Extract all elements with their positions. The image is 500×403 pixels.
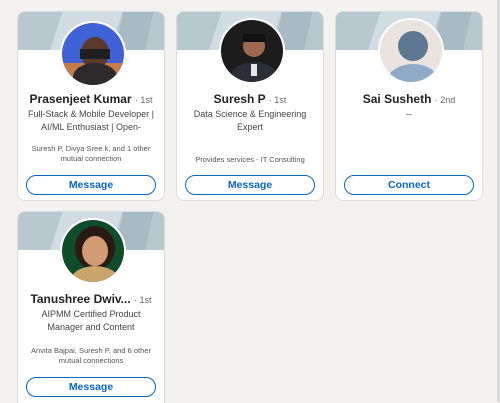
connection-card[interactable]: Tanushree Dwiv... · 1st AIPMM Certified … [17, 211, 165, 403]
connect-button[interactable]: Connect [344, 175, 474, 195]
connection-degree: · 1st [134, 295, 152, 305]
profile-name[interactable]: Sai Susheth [363, 92, 432, 106]
name-row: Sai Susheth · 2nd [336, 92, 482, 106]
profile-headline: Data Science & Engineering Expert [193, 109, 307, 132]
connection-card[interactable]: Sai Susheth · 2nd -- Connect [335, 11, 483, 201]
connection-degree: · 1st [134, 95, 153, 105]
connection-degree: · 1st [268, 95, 287, 105]
mutual-connections: Suresh P, Divya Sree k, and 1 other mutu… [31, 144, 151, 163]
message-button[interactable]: Message [26, 377, 156, 397]
connection-card[interactable]: Prasenjeet Kumar · 1st Full-Stack & Mobi… [17, 11, 165, 201]
profile-name[interactable]: Suresh P [214, 92, 266, 106]
message-button[interactable]: Message [26, 175, 156, 195]
connection-card[interactable]: Suresh P · 1st Data Science & Engineerin… [176, 11, 324, 201]
message-button[interactable]: Message [185, 175, 315, 195]
service-info: Provides services - IT Consulting [195, 155, 305, 164]
profile-avatar[interactable] [60, 218, 126, 284]
profile-avatar[interactable] [60, 21, 126, 87]
profile-headline: AIPMM Certified Product Manager and Cont… [41, 309, 141, 332]
mutual-connections: Anvita Bajpai, Suresh P, and 6 other mut… [31, 346, 151, 365]
profile-avatar[interactable] [378, 18, 444, 84]
profile-avatar[interactable] [219, 18, 285, 84]
profile-headline: Full-Stack & Mobile Developer | AI/ML En… [28, 109, 154, 132]
name-row: Prasenjeet Kumar · 1st [18, 92, 164, 106]
profile-name[interactable]: Tanushree Dwiv... [30, 292, 130, 306]
profile-headline: -- [406, 109, 412, 119]
name-row: Suresh P · 1st [177, 92, 323, 106]
profile-name[interactable]: Prasenjeet Kumar [30, 92, 132, 106]
name-row: Tanushree Dwiv... · 1st [18, 292, 164, 306]
connection-degree: · 2nd [434, 95, 456, 105]
